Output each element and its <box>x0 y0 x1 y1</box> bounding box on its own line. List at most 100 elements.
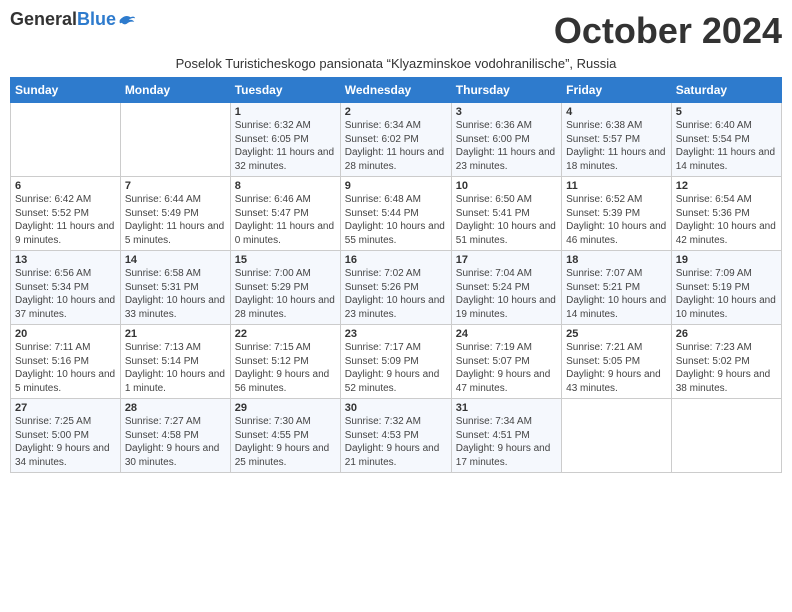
day-info: Sunrise: 7:04 AM Sunset: 5:24 PM Dayligh… <box>456 267 557 321</box>
calendar-body: 1Sunrise: 6:32 AM Sunset: 6:05 PM Daylig… <box>11 103 782 473</box>
calendar-cell: 2Sunrise: 6:34 AM Sunset: 6:02 PM Daylig… <box>340 103 451 177</box>
calendar-cell <box>562 399 672 473</box>
day-number: 13 <box>15 254 116 266</box>
calendar-week-row: 20Sunrise: 7:11 AM Sunset: 5:16 PM Dayli… <box>11 325 782 399</box>
calendar-cell <box>11 103 121 177</box>
day-info: Sunrise: 6:32 AM Sunset: 6:05 PM Dayligh… <box>235 119 336 173</box>
day-info: Sunrise: 7:25 AM Sunset: 5:00 PM Dayligh… <box>15 415 116 469</box>
calendar-cell: 18Sunrise: 7:07 AM Sunset: 5:21 PM Dayli… <box>562 251 672 325</box>
calendar-cell: 12Sunrise: 6:54 AM Sunset: 5:36 PM Dayli… <box>671 177 781 251</box>
calendar-cell: 6Sunrise: 6:42 AM Sunset: 5:52 PM Daylig… <box>11 177 121 251</box>
logo: GeneralBlue <box>10 10 136 30</box>
logo-bird-icon <box>118 13 136 27</box>
calendar-cell: 3Sunrise: 6:36 AM Sunset: 6:00 PM Daylig… <box>451 103 561 177</box>
day-info: Sunrise: 6:52 AM Sunset: 5:39 PM Dayligh… <box>566 193 667 247</box>
calendar-cell <box>671 399 781 473</box>
day-number: 25 <box>566 328 667 340</box>
calendar-cell: 19Sunrise: 7:09 AM Sunset: 5:19 PM Dayli… <box>671 251 781 325</box>
day-number: 24 <box>456 328 557 340</box>
calendar-cell: 14Sunrise: 6:58 AM Sunset: 5:31 PM Dayli… <box>120 251 230 325</box>
day-number: 4 <box>566 106 667 118</box>
day-info: Sunrise: 7:07 AM Sunset: 5:21 PM Dayligh… <box>566 267 667 321</box>
day-number: 14 <box>125 254 226 266</box>
day-number: 11 <box>566 180 667 192</box>
weekday-header: Friday <box>562 78 672 103</box>
day-number: 17 <box>456 254 557 266</box>
day-number: 2 <box>345 106 447 118</box>
calendar-header: SundayMondayTuesdayWednesdayThursdayFrid… <box>11 78 782 103</box>
weekday-row: SundayMondayTuesdayWednesdayThursdayFrid… <box>11 78 782 103</box>
day-info: Sunrise: 6:34 AM Sunset: 6:02 PM Dayligh… <box>345 119 447 173</box>
logo-general: GeneralBlue <box>10 10 116 30</box>
day-info: Sunrise: 6:38 AM Sunset: 5:57 PM Dayligh… <box>566 119 667 173</box>
day-info: Sunrise: 7:30 AM Sunset: 4:55 PM Dayligh… <box>235 415 336 469</box>
calendar-cell: 29Sunrise: 7:30 AM Sunset: 4:55 PM Dayli… <box>230 399 340 473</box>
day-number: 27 <box>15 402 116 414</box>
calendar-cell: 10Sunrise: 6:50 AM Sunset: 5:41 PM Dayli… <box>451 177 561 251</box>
weekday-header: Wednesday <box>340 78 451 103</box>
day-info: Sunrise: 7:21 AM Sunset: 5:05 PM Dayligh… <box>566 341 667 395</box>
day-number: 31 <box>456 402 557 414</box>
calendar-cell: 26Sunrise: 7:23 AM Sunset: 5:02 PM Dayli… <box>671 325 781 399</box>
day-info: Sunrise: 6:54 AM Sunset: 5:36 PM Dayligh… <box>676 193 777 247</box>
page-header: GeneralBlue October 2024 <box>10 10 782 52</box>
day-info: Sunrise: 7:19 AM Sunset: 5:07 PM Dayligh… <box>456 341 557 395</box>
calendar-cell: 7Sunrise: 6:44 AM Sunset: 5:49 PM Daylig… <box>120 177 230 251</box>
calendar-cell: 8Sunrise: 6:46 AM Sunset: 5:47 PM Daylig… <box>230 177 340 251</box>
day-info: Sunrise: 7:02 AM Sunset: 5:26 PM Dayligh… <box>345 267 447 321</box>
calendar-cell: 13Sunrise: 6:56 AM Sunset: 5:34 PM Dayli… <box>11 251 121 325</box>
day-number: 26 <box>676 328 777 340</box>
calendar-cell: 25Sunrise: 7:21 AM Sunset: 5:05 PM Dayli… <box>562 325 672 399</box>
calendar-cell: 22Sunrise: 7:15 AM Sunset: 5:12 PM Dayli… <box>230 325 340 399</box>
day-info: Sunrise: 7:34 AM Sunset: 4:51 PM Dayligh… <box>456 415 557 469</box>
calendar-cell: 1Sunrise: 6:32 AM Sunset: 6:05 PM Daylig… <box>230 103 340 177</box>
day-number: 1 <box>235 106 336 118</box>
day-number: 12 <box>676 180 777 192</box>
day-number: 18 <box>566 254 667 266</box>
day-number: 29 <box>235 402 336 414</box>
calendar-cell: 31Sunrise: 7:34 AM Sunset: 4:51 PM Dayli… <box>451 399 561 473</box>
calendar-week-row: 27Sunrise: 7:25 AM Sunset: 5:00 PM Dayli… <box>11 399 782 473</box>
weekday-header: Thursday <box>451 78 561 103</box>
calendar-cell: 5Sunrise: 6:40 AM Sunset: 5:54 PM Daylig… <box>671 103 781 177</box>
day-info: Sunrise: 7:00 AM Sunset: 5:29 PM Dayligh… <box>235 267 336 321</box>
day-number: 28 <box>125 402 226 414</box>
day-info: Sunrise: 6:48 AM Sunset: 5:44 PM Dayligh… <box>345 193 447 247</box>
calendar-week-row: 13Sunrise: 6:56 AM Sunset: 5:34 PM Dayli… <box>11 251 782 325</box>
calendar-week-row: 6Sunrise: 6:42 AM Sunset: 5:52 PM Daylig… <box>11 177 782 251</box>
calendar-cell: 15Sunrise: 7:00 AM Sunset: 5:29 PM Dayli… <box>230 251 340 325</box>
calendar-table: SundayMondayTuesdayWednesdayThursdayFrid… <box>10 77 782 473</box>
calendar-cell: 23Sunrise: 7:17 AM Sunset: 5:09 PM Dayli… <box>340 325 451 399</box>
calendar-cell: 17Sunrise: 7:04 AM Sunset: 5:24 PM Dayli… <box>451 251 561 325</box>
day-number: 5 <box>676 106 777 118</box>
day-info: Sunrise: 6:36 AM Sunset: 6:00 PM Dayligh… <box>456 119 557 173</box>
day-info: Sunrise: 6:42 AM Sunset: 5:52 PM Dayligh… <box>15 193 116 247</box>
day-info: Sunrise: 6:56 AM Sunset: 5:34 PM Dayligh… <box>15 267 116 321</box>
calendar-cell <box>120 103 230 177</box>
weekday-header: Saturday <box>671 78 781 103</box>
calendar-week-row: 1Sunrise: 6:32 AM Sunset: 6:05 PM Daylig… <box>11 103 782 177</box>
day-number: 9 <box>345 180 447 192</box>
day-number: 8 <box>235 180 336 192</box>
day-number: 20 <box>15 328 116 340</box>
calendar-subtitle: Poselok Turisticheskogo pansionata “Klya… <box>10 56 782 71</box>
day-info: Sunrise: 7:11 AM Sunset: 5:16 PM Dayligh… <box>15 341 116 395</box>
day-info: Sunrise: 6:50 AM Sunset: 5:41 PM Dayligh… <box>456 193 557 247</box>
calendar-cell: 4Sunrise: 6:38 AM Sunset: 5:57 PM Daylig… <box>562 103 672 177</box>
day-info: Sunrise: 7:23 AM Sunset: 5:02 PM Dayligh… <box>676 341 777 395</box>
calendar-cell: 9Sunrise: 6:48 AM Sunset: 5:44 PM Daylig… <box>340 177 451 251</box>
day-number: 22 <box>235 328 336 340</box>
calendar-cell: 16Sunrise: 7:02 AM Sunset: 5:26 PM Dayli… <box>340 251 451 325</box>
calendar-cell: 20Sunrise: 7:11 AM Sunset: 5:16 PM Dayli… <box>11 325 121 399</box>
day-number: 30 <box>345 402 447 414</box>
calendar-cell: 21Sunrise: 7:13 AM Sunset: 5:14 PM Dayli… <box>120 325 230 399</box>
calendar-cell: 11Sunrise: 6:52 AM Sunset: 5:39 PM Dayli… <box>562 177 672 251</box>
day-number: 21 <box>125 328 226 340</box>
day-info: Sunrise: 7:32 AM Sunset: 4:53 PM Dayligh… <box>345 415 447 469</box>
day-number: 7 <box>125 180 226 192</box>
calendar-cell: 30Sunrise: 7:32 AM Sunset: 4:53 PM Dayli… <box>340 399 451 473</box>
day-info: Sunrise: 6:58 AM Sunset: 5:31 PM Dayligh… <box>125 267 226 321</box>
day-number: 15 <box>235 254 336 266</box>
day-info: Sunrise: 7:13 AM Sunset: 5:14 PM Dayligh… <box>125 341 226 395</box>
day-info: Sunrise: 6:44 AM Sunset: 5:49 PM Dayligh… <box>125 193 226 247</box>
